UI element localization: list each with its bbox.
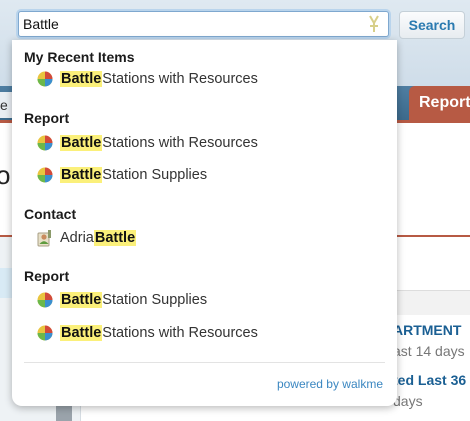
page-title-fragment: o bbox=[0, 160, 11, 190]
search-suggestions-dropdown: My Recent Items Battle Stations with Res… bbox=[12, 40, 397, 406]
tab-reports[interactable]: Report bbox=[409, 86, 470, 120]
match-highlight: Battle bbox=[60, 71, 103, 87]
report-icon bbox=[37, 71, 53, 87]
result-text: Station Supplies bbox=[102, 292, 208, 308]
match-highlight: Battle bbox=[93, 230, 137, 246]
match-highlight: Battle bbox=[60, 292, 103, 308]
powered-by-walkme-link[interactable]: powered by walkme bbox=[277, 377, 383, 391]
search-button[interactable]: Search bbox=[399, 11, 465, 39]
section-title: Contact bbox=[24, 206, 77, 222]
report-icon bbox=[37, 135, 53, 151]
grid-text: days bbox=[393, 393, 423, 409]
walkme-icon[interactable] bbox=[367, 15, 381, 33]
search-input[interactable] bbox=[23, 14, 363, 34]
contact-icon bbox=[37, 230, 51, 247]
grid-link[interactable]: ted Last 36 bbox=[393, 372, 466, 388]
result-item[interactable]: Battle Station Supplies bbox=[36, 288, 207, 312]
result-item[interactable]: Battle Stations with Resources bbox=[36, 321, 258, 345]
result-item[interactable]: Battle Stations with Resources bbox=[36, 131, 258, 155]
report-icon bbox=[37, 292, 53, 308]
grid-link[interactable]: ARTMENT bbox=[393, 322, 461, 338]
result-text: Station Supplies bbox=[102, 167, 208, 183]
match-highlight: Battle bbox=[60, 325, 103, 341]
grid-text: ast 14 days bbox=[393, 343, 465, 359]
search-box bbox=[18, 11, 389, 37]
result-item[interactable]: Battle Stations with Resources bbox=[36, 67, 258, 91]
result-item[interactable]: Battle Station Supplies bbox=[36, 163, 207, 187]
sidebar-selected-item[interactable] bbox=[0, 268, 12, 298]
dropdown-divider bbox=[24, 362, 385, 363]
result-text: Stations with Resources bbox=[102, 325, 258, 341]
section-title: Report bbox=[24, 268, 70, 284]
section-title: Report bbox=[24, 110, 70, 126]
match-highlight: Battle bbox=[60, 135, 103, 151]
result-text: Adria bbox=[60, 230, 94, 246]
section-title: My Recent Items bbox=[24, 49, 135, 65]
result-text: Stations with Resources bbox=[102, 71, 258, 87]
match-highlight: Battle bbox=[60, 167, 103, 183]
result-text: Stations with Resources bbox=[102, 135, 258, 151]
result-item[interactable]: Adria Battle bbox=[36, 226, 137, 250]
report-icon bbox=[37, 167, 53, 183]
report-icon bbox=[37, 325, 53, 341]
